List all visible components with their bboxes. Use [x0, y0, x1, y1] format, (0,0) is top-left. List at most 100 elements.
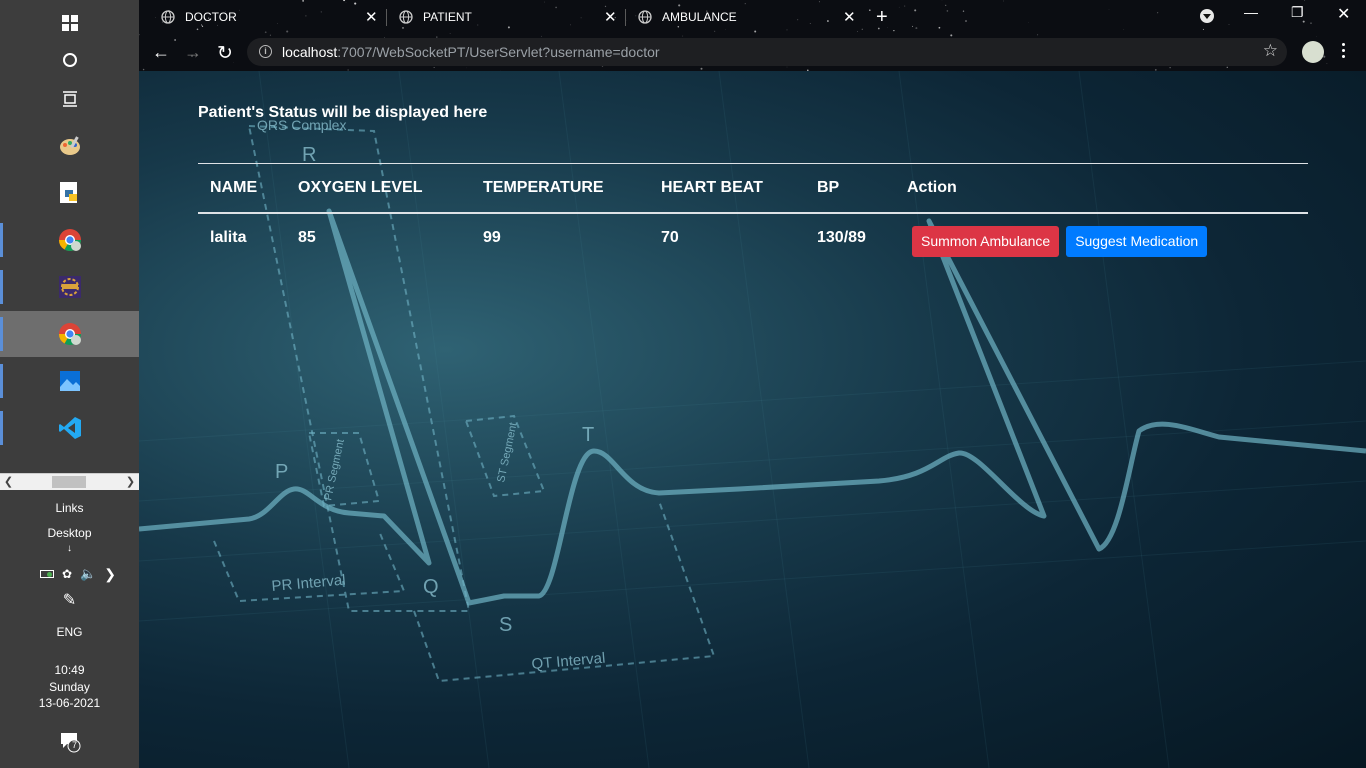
tab-title: PATIENT: [423, 10, 472, 24]
pen-icon[interactable]: ✎: [0, 590, 139, 610]
restore-icon[interactable]: ❐: [1291, 4, 1304, 21]
star: [1037, 34, 1039, 36]
volume-icon[interactable]: 🔈: [80, 566, 96, 582]
bookmark-star-icon[interactable]: ☆: [1263, 41, 1278, 61]
reload-icon[interactable]: ↻: [217, 42, 233, 65]
scroll-thumb[interactable]: [52, 476, 86, 488]
star: [1108, 9, 1110, 11]
cell-oxygen: 85: [298, 228, 316, 246]
suggest-medication-button[interactable]: Suggest Medication: [1066, 225, 1208, 257]
running-indicator: [0, 364, 3, 398]
star: [1123, 29, 1125, 30]
globe-icon: [638, 10, 652, 24]
notification-icon: [60, 733, 80, 753]
cell-heart-beat: 70: [661, 228, 679, 246]
taskbar-scrollbar[interactable]: ❮ ❯: [0, 473, 139, 490]
svg-text:T: T: [582, 424, 594, 446]
tab-patient[interactable]: PATIENT ✕: [399, 0, 617, 34]
address-bar[interactable]: i localhost:7007/WebSocketPT/UserServlet…: [247, 38, 1287, 66]
battery-icon[interactable]: [40, 570, 54, 578]
star: [155, 17, 156, 18]
chevron-right-icon[interactable]: ❯: [104, 566, 116, 583]
task-view-button[interactable]: [0, 76, 139, 122]
tab-separator: [386, 9, 387, 26]
close-icon[interactable]: ✕: [843, 8, 856, 26]
running-indicator: [0, 223, 3, 257]
window-close-icon[interactable]: ✕: [1337, 4, 1350, 24]
chevron-double-down-icon[interactable]: ↓: [0, 543, 139, 554]
table-row: lalita 85 99 70 130/89 Summon Ambulance S…: [198, 213, 1308, 262]
patient-status-table: NAME OXYGEN LEVEL TEMPERATURE HEART BEAT…: [198, 163, 1308, 262]
svg-text:ST Segment: ST Segment: [495, 422, 519, 484]
chrome-button-2[interactable]: [0, 311, 139, 357]
url-text[interactable]: localhost:7007/WebSocketPT/UserServlet?u…: [282, 44, 660, 60]
tab-search-icon[interactable]: [1200, 9, 1214, 23]
star: [269, 34, 271, 36]
star: [1226, 66, 1228, 68]
paint-app-button[interactable]: [0, 123, 139, 169]
star: [912, 25, 914, 27]
photos-app-button[interactable]: [0, 358, 139, 404]
globe-icon: [161, 10, 175, 24]
page-heading: Patient's Status will be displayed here: [198, 104, 488, 121]
column-header-name: NAME: [198, 163, 286, 214]
chrome-button-1[interactable]: [0, 217, 139, 263]
language-indicator[interactable]: ENG: [0, 625, 139, 639]
scroll-right-icon[interactable]: ❯: [122, 474, 139, 491]
desktop-toolbar[interactable]: Desktop: [0, 526, 139, 540]
tab-doctor[interactable]: DOCTOR ✕: [161, 0, 378, 34]
python-file-icon: [59, 182, 77, 203]
ecg-trace: [139, 208, 1366, 606]
star: [962, 10, 965, 12]
browser-menu-icon[interactable]: [1342, 40, 1346, 61]
running-indicator: [0, 411, 3, 445]
clock-date[interactable]: 13-06-2021: [0, 696, 139, 710]
star: [635, 15, 637, 17]
svg-text:Q: Q: [423, 576, 439, 598]
back-arrow-icon[interactable]: ←: [152, 42, 170, 63]
tab-separator: [625, 9, 626, 26]
links-toolbar[interactable]: Links: [0, 501, 139, 515]
table-header-row: NAME OXYGEN LEVEL TEMPERATURE HEART BEAT…: [198, 163, 1308, 214]
taskbar: ❮ ❯ Links Desktop ↓ ✿ 🔈 ❯ ✎ ENG 10:49 Su…: [0, 0, 139, 768]
chrome-icon: [58, 323, 81, 345]
scroll-left-icon[interactable]: ❮: [0, 474, 17, 491]
svg-text:QT Interval: QT Interval: [531, 650, 606, 673]
star: [861, 28, 863, 30]
close-icon[interactable]: ✕: [604, 8, 617, 26]
action-center-button[interactable]: 7: [0, 730, 139, 757]
site-info-icon[interactable]: i: [259, 45, 272, 58]
running-indicator: [0, 270, 3, 304]
cell-bp: 130/89: [817, 228, 866, 246]
summon-ambulance-button[interactable]: Summon Ambulance: [912, 225, 1060, 257]
star: [904, 5, 906, 7]
star: [541, 35, 542, 37]
tab-ambulance[interactable]: AMBULANCE ✕: [638, 0, 858, 34]
profile-avatar[interactable]: [1302, 41, 1324, 63]
clock-time[interactable]: 10:49: [0, 663, 139, 677]
clock-day[interactable]: Sunday: [0, 680, 139, 694]
column-header-heart-beat: HEART BEAT: [649, 163, 805, 214]
wifi-icon[interactable]: ✿: [62, 567, 72, 581]
star: [938, 26, 941, 29]
star: [1310, 22, 1312, 24]
star: [1003, 0, 1004, 2]
browser-chrome: DOCTOR ✕ PATIENT ✕ AMBULANCE ✕ + — ❐ ✕ ←…: [139, 0, 1366, 71]
star: [868, 9, 871, 12]
svg-text:P: P: [275, 461, 288, 483]
star: [898, 6, 900, 8]
star: [1323, 55, 1326, 58]
forward-arrow-icon[interactable]: →: [184, 42, 202, 63]
tab-title: DOCTOR: [185, 10, 237, 24]
task-view-icon: [62, 91, 77, 107]
jigloo-app-button[interactable]: [0, 264, 139, 310]
star: [433, 66, 435, 68]
vscode-button[interactable]: [0, 405, 139, 451]
search-circle-icon: [62, 53, 77, 67]
minimize-icon[interactable]: —: [1244, 4, 1258, 20]
column-header-oxygen: OXYGEN LEVEL: [286, 163, 471, 214]
cell-actions: Summon Ambulance Suggest Medication: [895, 213, 1308, 262]
new-tab-plus-icon[interactable]: +: [876, 6, 888, 29]
close-icon[interactable]: ✕: [365, 8, 378, 26]
python-app-button[interactable]: [0, 170, 139, 216]
